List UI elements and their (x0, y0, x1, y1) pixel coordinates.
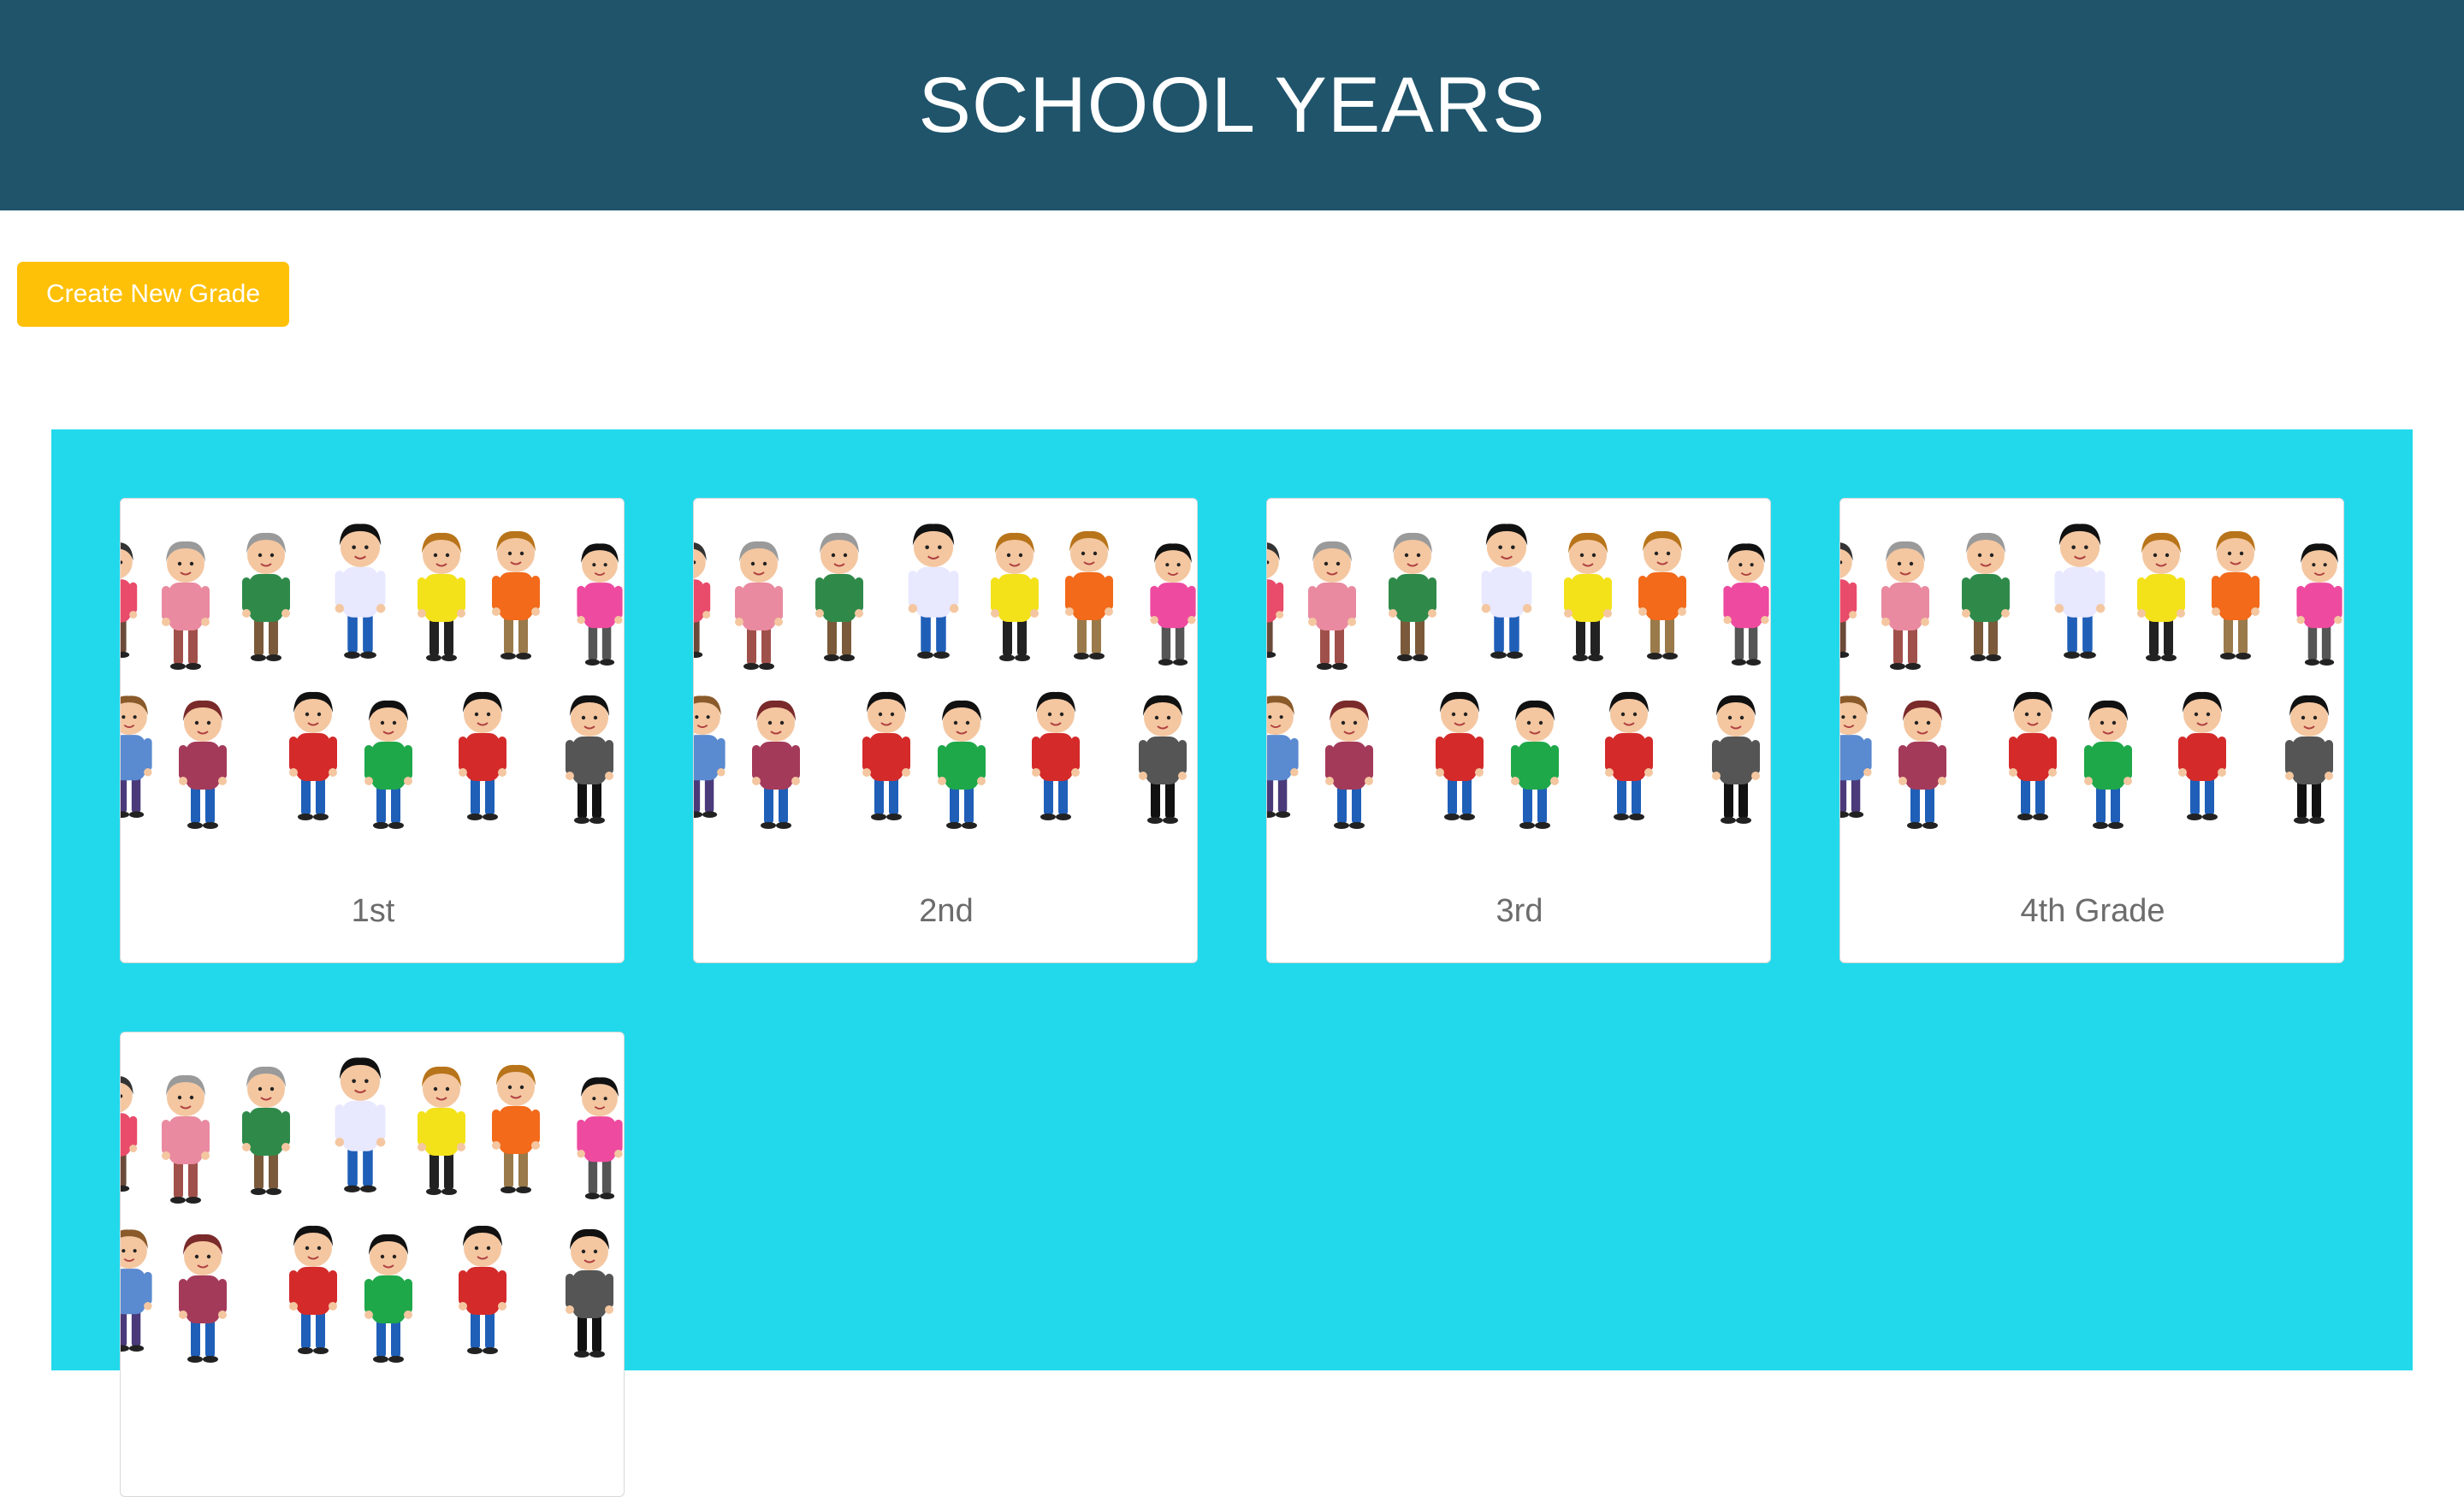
person-figure (1840, 542, 1857, 658)
person-figure (1511, 700, 1559, 829)
person-figure (1032, 691, 1080, 820)
person-figure (1840, 695, 1872, 818)
grade-card-label: 1st (351, 892, 395, 929)
person-figure (1638, 530, 1686, 660)
person-figure (2137, 532, 2185, 661)
person-figure (2178, 691, 2226, 820)
person-figure (364, 1234, 412, 1363)
person-figure (121, 1229, 152, 1352)
person-figure (566, 1228, 613, 1358)
person-figure (938, 700, 986, 829)
person-figure (179, 700, 227, 829)
grade-card-label (121, 1392, 624, 1496)
grade-card-label: 2nd (919, 892, 974, 929)
person-figure (162, 541, 210, 670)
person-figure (1881, 541, 1929, 670)
person-figure (1267, 542, 1284, 658)
person-figure (1308, 541, 1356, 670)
person-figure (2009, 691, 2057, 820)
people-illustration (1840, 524, 2343, 829)
person-figure (459, 691, 506, 820)
person-figure (1564, 532, 1612, 661)
person-figure (1723, 543, 1769, 666)
person-figure (1436, 691, 1484, 820)
person-figure (577, 1077, 623, 1199)
person-figure (1065, 530, 1113, 660)
grade-card[interactable]: 4th Grade (1839, 498, 2344, 963)
person-figure (121, 695, 152, 818)
person-figure (2054, 524, 2106, 659)
person-figure (1150, 543, 1196, 666)
person-figure (1962, 532, 2010, 661)
person-figure (1898, 700, 1946, 829)
grade-card[interactable]: 3rd (1266, 498, 1771, 963)
person-figure (1481, 524, 1532, 659)
page-title: SCHOOL YEARS (918, 61, 1546, 149)
person-figure (752, 700, 800, 829)
grade-card-label: 4th Grade (2020, 892, 2165, 929)
grade-card[interactable]: 2nd (693, 498, 1198, 963)
person-figure (2285, 695, 2333, 824)
person-figure (418, 532, 465, 661)
grade-card[interactable] (120, 1032, 625, 1497)
person-figure (335, 524, 386, 659)
person-figure (459, 1225, 506, 1354)
create-new-grade-button[interactable]: Create New Grade (17, 262, 289, 327)
person-figure (694, 542, 711, 658)
person-figure (289, 1225, 337, 1354)
person-figure (2084, 700, 2132, 829)
person-figure (364, 700, 412, 829)
people-illustration (121, 524, 623, 829)
people-illustration (1267, 524, 1769, 829)
person-figure (815, 532, 863, 661)
person-figure (162, 1074, 210, 1204)
person-figure (566, 695, 613, 824)
person-figure (577, 543, 623, 666)
person-figure (242, 1066, 290, 1195)
person-figure (862, 691, 910, 820)
person-figure (908, 524, 959, 659)
person-figure (335, 1057, 386, 1192)
person-figure (1389, 532, 1436, 661)
person-figure (694, 695, 726, 818)
page-header: SCHOOL YEARS (0, 0, 2464, 210)
person-figure (242, 532, 290, 661)
person-figure (492, 530, 540, 660)
grade-card[interactable]: 1st (120, 498, 625, 963)
person-figure (492, 1064, 540, 1193)
grades-panel: 1st 2nd 3rd 4th Grade (51, 429, 2413, 1497)
person-figure (121, 542, 138, 658)
person-figure (121, 1076, 138, 1192)
person-figure (418, 1066, 465, 1195)
person-figure (2212, 530, 2260, 660)
person-figure (2296, 543, 2343, 666)
person-figure (289, 691, 337, 820)
person-figure (735, 541, 783, 670)
person-figure (1267, 695, 1299, 818)
person-figure (1605, 691, 1653, 820)
person-figure (1139, 695, 1187, 824)
person-figure (991, 532, 1039, 661)
grade-card-label: 3rd (1496, 892, 1543, 929)
people-illustration (694, 524, 1196, 829)
person-figure (1325, 700, 1373, 829)
person-figure (179, 1234, 227, 1363)
people-illustration (121, 1057, 623, 1363)
person-figure (1712, 695, 1760, 824)
